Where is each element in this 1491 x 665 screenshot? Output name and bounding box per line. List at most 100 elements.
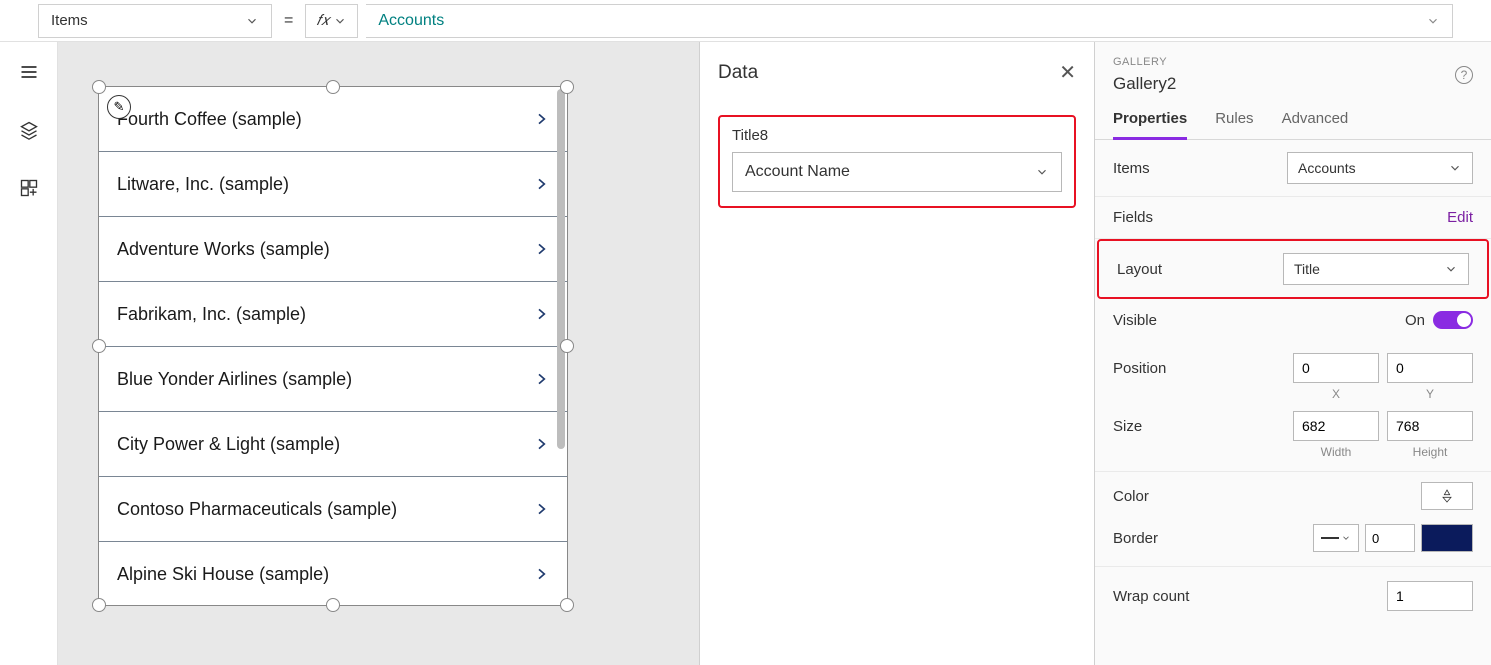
resize-handle[interactable] xyxy=(560,80,574,94)
border-width-input[interactable] xyxy=(1365,524,1415,552)
formula-text: Accounts xyxy=(378,12,444,30)
visible-toggle[interactable]: On xyxy=(1405,311,1473,329)
chevron-right-icon[interactable] xyxy=(533,562,549,586)
property-select-label: Items xyxy=(51,12,88,29)
resize-handle[interactable] xyxy=(326,598,340,612)
prop-label: Border xyxy=(1113,530,1158,547)
chevron-right-icon[interactable] xyxy=(533,172,549,196)
chevron-right-icon[interactable] xyxy=(533,367,549,391)
field-select[interactable]: Account Name xyxy=(732,152,1062,192)
border-color-picker[interactable] xyxy=(1421,524,1473,552)
resize-handle[interactable] xyxy=(560,339,574,353)
items-value: Accounts xyxy=(1298,160,1356,176)
gallery-row-title: City Power & Light (sample) xyxy=(117,434,340,455)
chevron-right-icon[interactable] xyxy=(533,497,549,521)
gallery-row-title: Adventure Works (sample) xyxy=(117,239,330,260)
sub-label-x: X xyxy=(1293,387,1379,401)
prop-fields: Fields Edit xyxy=(1095,197,1491,239)
gallery-row[interactable]: Fabrikam, Inc. (sample) xyxy=(99,282,567,347)
canvas[interactable]: ✎ Fourth Coffee (sample) Litware, Inc. (s… xyxy=(58,42,699,665)
gallery-row-title: Blue Yonder Airlines (sample) xyxy=(117,369,352,390)
resize-handle[interactable] xyxy=(92,80,106,94)
property-select[interactable]: Items xyxy=(38,4,272,38)
position-y-input[interactable] xyxy=(1387,353,1473,383)
prop-label: Layout xyxy=(1117,261,1162,278)
prop-label: Size xyxy=(1113,418,1142,435)
control-type: GALLERY xyxy=(1113,56,1473,68)
gallery-control[interactable]: ✎ Fourth Coffee (sample) Litware, Inc. (s… xyxy=(98,86,568,606)
prop-border: Border xyxy=(1095,520,1491,567)
gallery-row-title: Contoso Pharmaceuticals (sample) xyxy=(117,499,397,520)
formula-input[interactable]: Accounts xyxy=(366,4,1453,38)
toggle-track xyxy=(1433,311,1473,329)
properties-panel: GALLERY Gallery2 ? Properties Rules Adva… xyxy=(1095,42,1491,665)
equals-label: = xyxy=(280,12,297,30)
tab-advanced[interactable]: Advanced xyxy=(1282,110,1349,139)
tab-rules[interactable]: Rules xyxy=(1215,110,1253,139)
hamburger-icon[interactable] xyxy=(19,62,39,82)
size-width-input[interactable] xyxy=(1293,411,1379,441)
formula-bar: Items = 𝑓𝑥 Accounts xyxy=(0,0,1491,42)
fx-button[interactable]: 𝑓𝑥 xyxy=(305,4,358,38)
prop-label: Position xyxy=(1113,360,1166,377)
prop-label: Color xyxy=(1113,488,1149,505)
border-style-select[interactable] xyxy=(1313,524,1359,552)
layout-value: Title xyxy=(1294,261,1320,277)
help-icon[interactable]: ? xyxy=(1455,66,1473,84)
color-picker[interactable] xyxy=(1421,482,1473,510)
prop-label: Fields xyxy=(1113,209,1153,226)
chevron-down-icon xyxy=(1444,262,1458,276)
gallery-row-title: Litware, Inc. (sample) xyxy=(117,174,289,195)
fx-icon: 𝑓𝑥 xyxy=(316,12,329,29)
resize-handle[interactable] xyxy=(326,80,340,94)
prop-position: Position xyxy=(1095,341,1491,387)
size-height-input[interactable] xyxy=(1387,411,1473,441)
chevron-down-icon xyxy=(1426,14,1440,28)
prop-wrap-count: Wrap count xyxy=(1095,567,1491,625)
scrollbar[interactable] xyxy=(557,89,565,449)
field-card: Title8 Account Name xyxy=(718,115,1076,208)
wrap-count-input[interactable] xyxy=(1387,581,1473,611)
prop-layout: Layout Title xyxy=(1097,239,1489,299)
gallery-row[interactable]: Litware, Inc. (sample) xyxy=(99,152,567,217)
gallery-row[interactable]: Alpine Ski House (sample) xyxy=(99,542,567,605)
toggle-state: On xyxy=(1405,312,1425,329)
data-panel-title: Data xyxy=(718,62,758,84)
chevron-right-icon[interactable] xyxy=(533,237,549,261)
gallery-row[interactable]: Blue Yonder Airlines (sample) xyxy=(99,347,567,412)
fields-edit-link[interactable]: Edit xyxy=(1447,209,1473,226)
chevron-down-icon xyxy=(1035,165,1049,179)
field-label: Title8 xyxy=(732,127,1062,144)
tab-properties[interactable]: Properties xyxy=(1113,110,1187,140)
chevron-right-icon[interactable] xyxy=(533,432,549,456)
resize-handle[interactable] xyxy=(92,598,106,612)
items-select[interactable]: Accounts xyxy=(1287,152,1473,184)
chevron-right-icon[interactable] xyxy=(533,302,549,326)
prop-size: Size xyxy=(1095,411,1491,445)
chevron-down-icon xyxy=(1448,161,1462,175)
gallery-row-title: Fabrikam, Inc. (sample) xyxy=(117,304,306,325)
gallery-row-title: Fourth Coffee (sample) xyxy=(117,109,302,130)
control-name: Gallery2 xyxy=(1113,74,1473,94)
tabs: Properties Rules Advanced xyxy=(1095,94,1491,140)
pencil-icon[interactable]: ✎ xyxy=(107,95,131,119)
gallery-row[interactable]: Fourth Coffee (sample) xyxy=(99,87,567,152)
layers-icon[interactable] xyxy=(19,120,39,140)
resize-handle[interactable] xyxy=(560,598,574,612)
chevron-right-icon[interactable] xyxy=(533,107,549,131)
insert-icon[interactable] xyxy=(19,178,39,198)
chevron-down-icon xyxy=(245,14,259,28)
gallery-row[interactable]: Adventure Works (sample) xyxy=(99,217,567,282)
field-select-value: Account Name xyxy=(745,163,850,181)
left-rail xyxy=(0,42,58,665)
sub-label-height: Height xyxy=(1387,445,1473,459)
gallery-row[interactable]: City Power & Light (sample) xyxy=(99,412,567,477)
position-x-input[interactable] xyxy=(1293,353,1379,383)
layout-select[interactable]: Title xyxy=(1283,253,1469,285)
close-icon[interactable]: ✕ xyxy=(1059,60,1076,85)
sub-label-width: Width xyxy=(1293,445,1379,459)
prop-label: Items xyxy=(1113,160,1150,177)
prop-color: Color xyxy=(1095,472,1491,520)
resize-handle[interactable] xyxy=(92,339,106,353)
gallery-row[interactable]: Contoso Pharmaceuticals (sample) xyxy=(99,477,567,542)
